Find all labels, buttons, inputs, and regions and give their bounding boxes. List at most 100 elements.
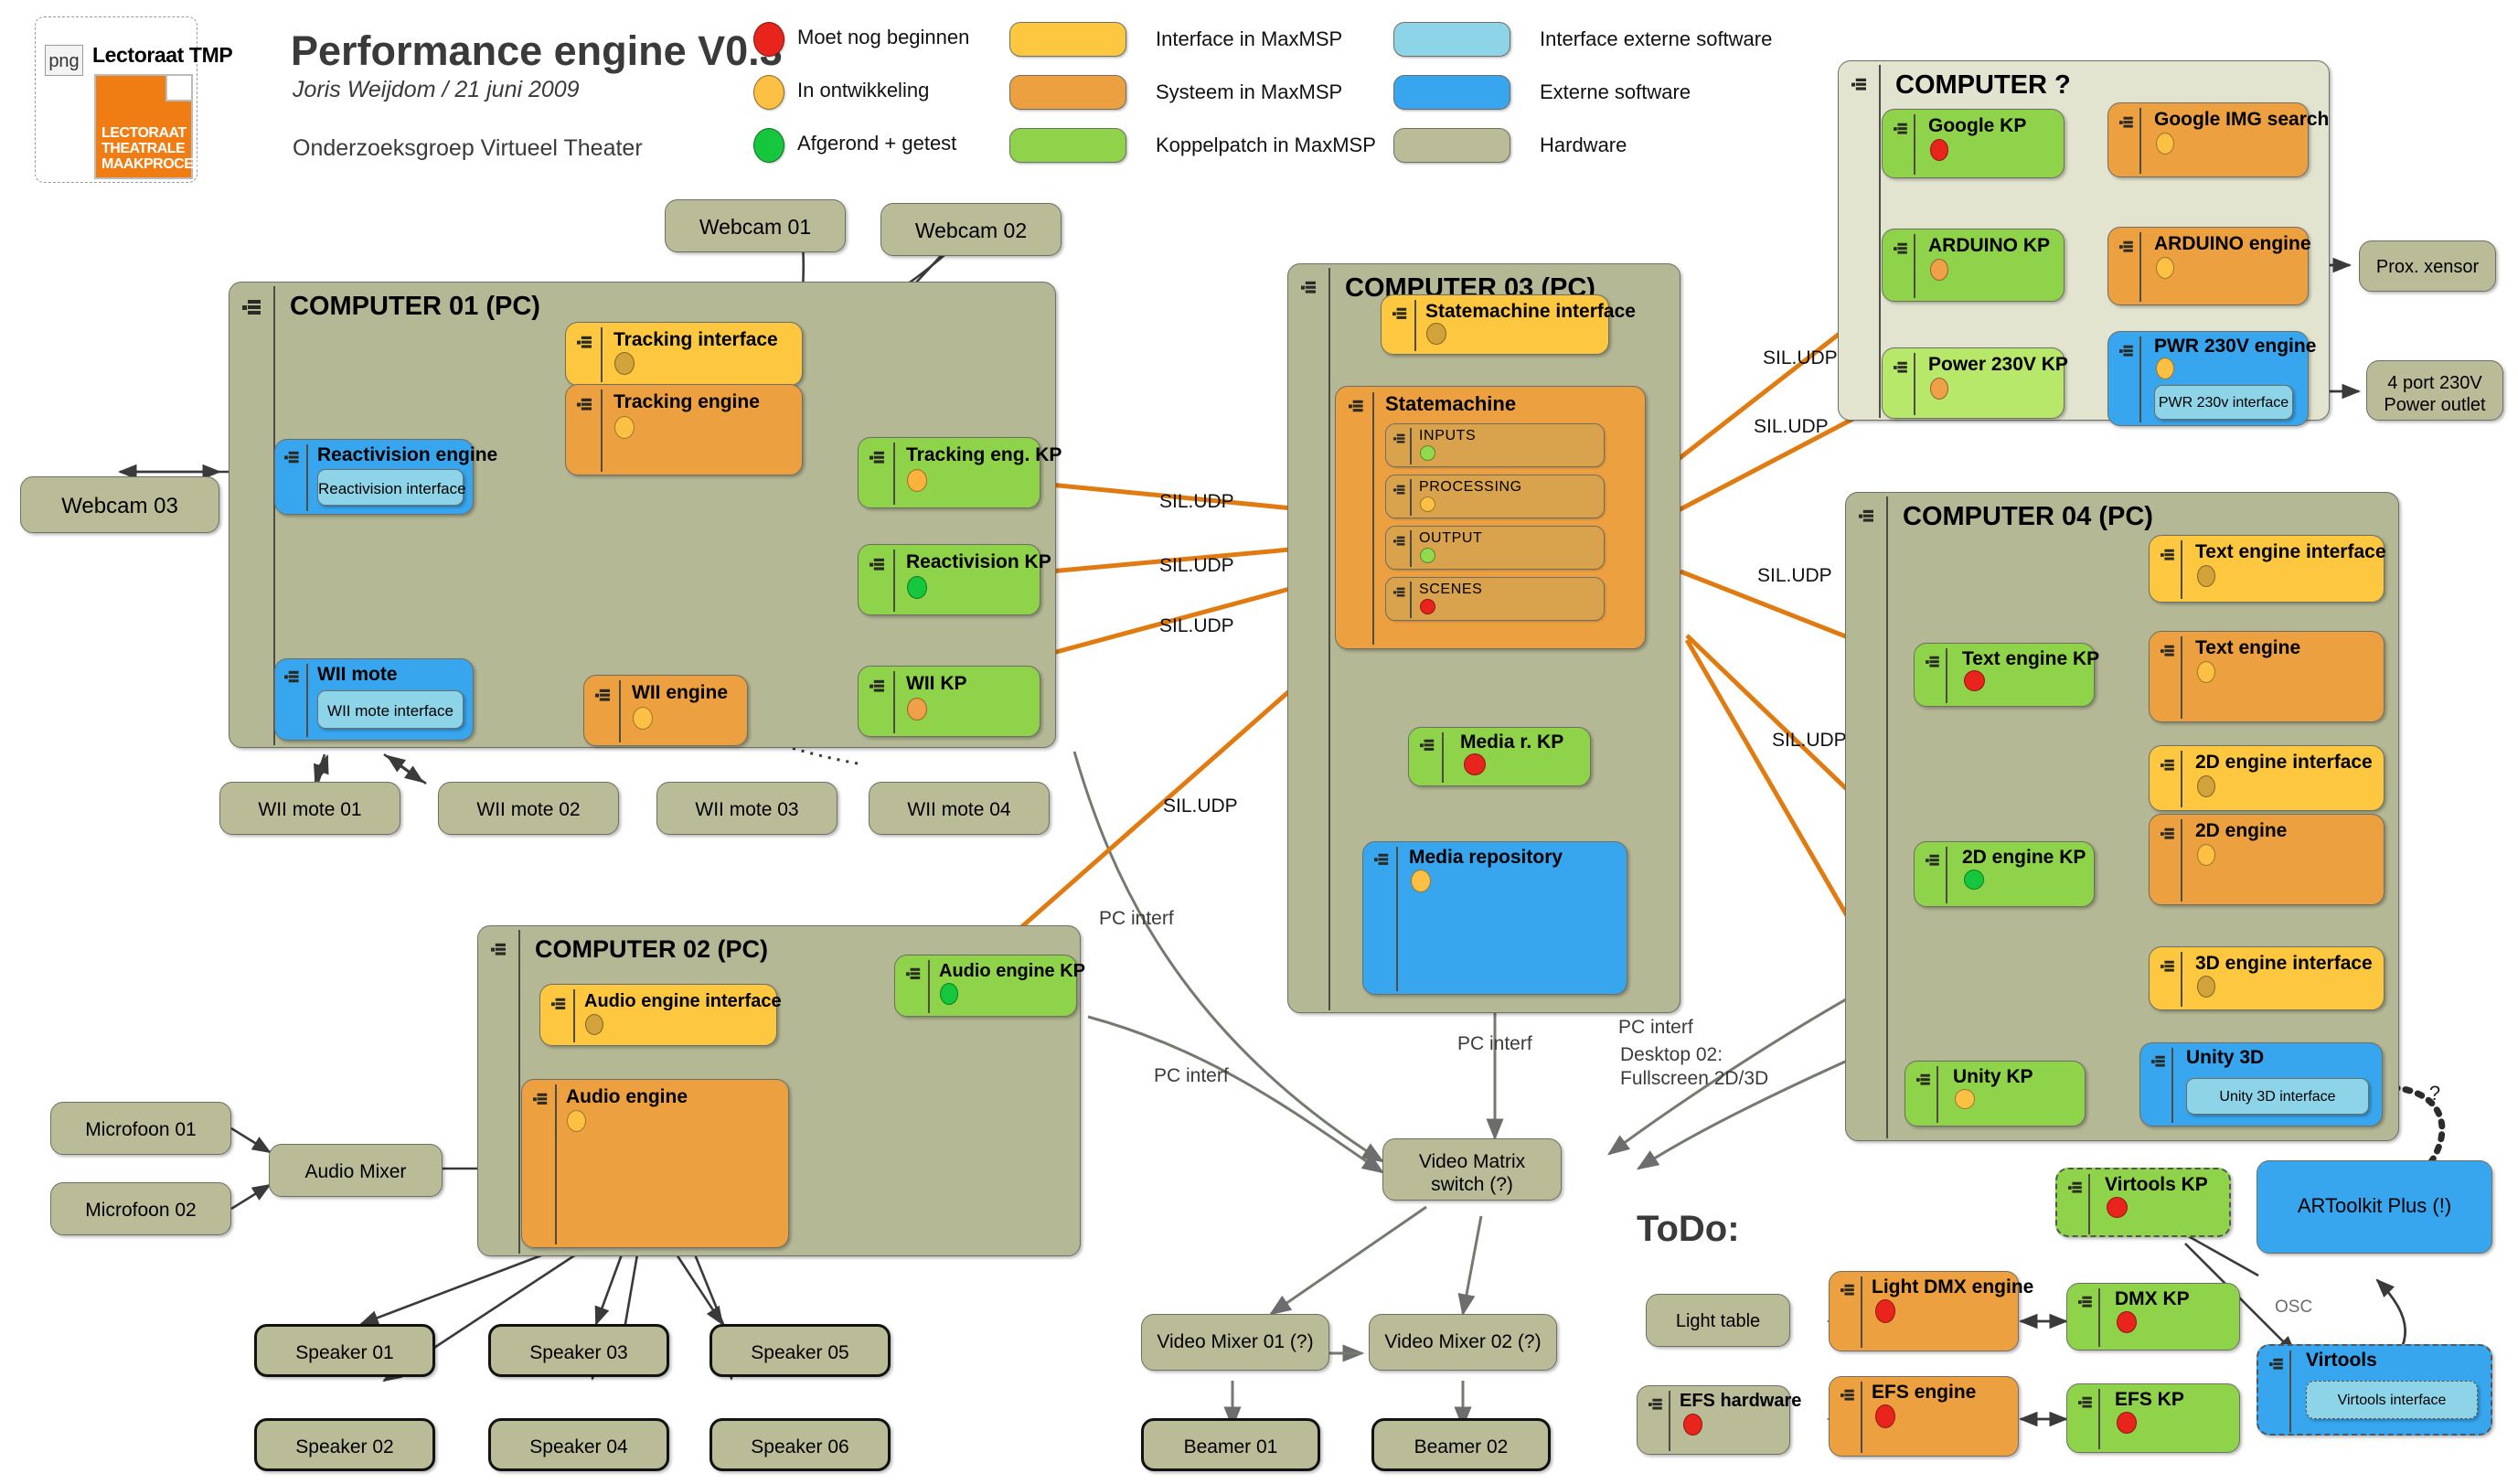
- node-2d-engine-interface[interactable]: 2D engine interface: [2149, 745, 2385, 811]
- node-efs-kp[interactable]: EFS KP: [2066, 1383, 2240, 1453]
- node-tracking-eng-kp[interactable]: Tracking eng. KP: [858, 437, 1062, 508]
- node-microfoon-02[interactable]: Microfoon 02: [50, 1182, 231, 1235]
- legend-status-dot-red: [753, 22, 784, 57]
- node-pwr-230v-interface[interactable]: PWR 230v interface: [2154, 385, 2293, 420]
- node-efs-engine[interactable]: EFS engine: [1829, 1376, 2019, 1457]
- node-reactivision-interface[interactable]: Reactivision interface: [317, 469, 466, 506]
- node-video-matrix-switch[interactable]: Video Matrix switch (?): [1382, 1138, 1562, 1201]
- legend-shape-label-5: Hardware: [1540, 133, 1627, 156]
- component-icon: [284, 670, 300, 683]
- node-media-r-kp[interactable]: Media r. KP: [1408, 727, 1591, 786]
- node-audio-engine-kp[interactable]: Audio engine KP: [894, 955, 1085, 1017]
- component-icon: [1840, 1284, 1855, 1296]
- node-prox-xensor[interactable]: Prox. xensor: [2359, 240, 2496, 292]
- node-unity-3d-interface[interactable]: Unity 3D interface: [2186, 1078, 2369, 1115]
- edge-label-osc-3: OSC: [2275, 1297, 2313, 1317]
- component-icon: [2269, 1358, 2284, 1370]
- legend-shape-external-sw: [1393, 75, 1510, 110]
- node-arduino-engine[interactable]: ARDUINO engine: [2107, 227, 2311, 305]
- node-wii-kp[interactable]: WII KP: [858, 666, 1040, 737]
- node-statemachine-interface[interactable]: Statemachine interface: [1381, 294, 1636, 355]
- node-unity-kp[interactable]: Unity KP: [1905, 1061, 2086, 1126]
- component-icon: [1420, 739, 1435, 752]
- component-icon: [2078, 1396, 2093, 1408]
- node-wii-mote-03[interactable]: WII mote 03: [656, 782, 838, 835]
- node-statemachine[interactable]: Statemachine INPUTS PROCESSING OUTPUT SC…: [1335, 386, 1646, 649]
- node-statemachine-inputs[interactable]: INPUTS: [1385, 423, 1605, 467]
- status-led: [2197, 976, 2215, 998]
- node-power-230v-kp[interactable]: Power 230V KP: [1882, 347, 2068, 419]
- node-tracking-interface[interactable]: Tracking interface: [565, 322, 803, 386]
- node-light-table[interactable]: Light table: [1646, 1294, 1790, 1347]
- node-speaker-05[interactable]: Speaker 05: [710, 1324, 891, 1377]
- node-speaker-02[interactable]: Speaker 02: [254, 1418, 435, 1471]
- png-badge: png: [45, 45, 83, 76]
- component-icon: [284, 451, 300, 464]
- node-wii-mote-01[interactable]: WII mote 01: [219, 782, 400, 835]
- node-virtools-kp[interactable]: Virtools KP: [2055, 1168, 2231, 1237]
- node-text-engine-kp[interactable]: Text engine KP: [1914, 643, 2099, 707]
- component-icon: [1374, 853, 1390, 866]
- node-microfoon-01[interactable]: Microfoon 01: [50, 1102, 231, 1155]
- node-audio-mixer[interactable]: Audio Mixer: [269, 1144, 443, 1197]
- node-3d-engine-interface[interactable]: 3D engine interface: [2149, 946, 2385, 1010]
- node-2d-engine[interactable]: 2D engine: [2149, 814, 2385, 905]
- node-audio-engine-interface[interactable]: Audio engine interface: [539, 984, 782, 1046]
- node-speaker-04[interactable]: Speaker 04: [488, 1418, 669, 1471]
- component-icon: [2068, 1181, 2083, 1193]
- status-led: [2156, 358, 2174, 379]
- node-artoolkit-plus[interactable]: ARToolkit Plus (!): [2257, 1160, 2492, 1254]
- node-statemachine-output[interactable]: OUTPUT: [1385, 526, 1605, 570]
- status-led: [1930, 378, 1948, 400]
- component-icon: [533, 1093, 549, 1105]
- node-speaker-06[interactable]: Speaker 06: [710, 1418, 891, 1471]
- node-virtools-interface[interactable]: Virtools interface: [2306, 1381, 2478, 1419]
- node-statemachine-processing[interactable]: PROCESSING: [1385, 475, 1605, 518]
- node-speaker-03[interactable]: Speaker 03: [488, 1324, 669, 1377]
- component-icon: [870, 558, 886, 571]
- edge-label-sil-udp-3: SIL.UDP: [1159, 615, 1234, 636]
- legend-shape-koppelpatch: [1009, 128, 1126, 163]
- component-icon: [1393, 485, 1406, 495]
- node-text-engine-interface[interactable]: Text engine interface: [2149, 535, 2386, 603]
- node-arduino-kp[interactable]: ARDUINO KP: [1882, 229, 2065, 302]
- node-tracking-engine[interactable]: Tracking engine: [565, 384, 803, 475]
- node-reactivision-kp[interactable]: Reactivision KP: [858, 544, 1051, 615]
- component-icon: [906, 967, 922, 980]
- status-led: [1875, 1299, 1895, 1323]
- status-led: [2156, 133, 2174, 155]
- node-2d-engine-kp[interactable]: 2D engine KP: [1914, 841, 2095, 907]
- node-wii-mote-02[interactable]: WII mote 02: [438, 782, 619, 835]
- edge-label-pc-interf-4: PC interf: [1618, 1017, 1693, 1038]
- node-media-repository[interactable]: Media repository: [1362, 841, 1627, 995]
- node-google-img-search[interactable]: Google IMG search: [2107, 102, 2329, 177]
- node-efs-hardware[interactable]: EFS hardware: [1637, 1385, 1801, 1455]
- component-icon: [870, 679, 886, 692]
- node-dmx-kp[interactable]: DMX KP: [2066, 1283, 2240, 1351]
- node-statemachine-scenes[interactable]: SCENES: [1385, 577, 1605, 621]
- node-wii-engine[interactable]: WII engine: [583, 675, 748, 746]
- node-power-outlet[interactable]: 4 port 230V Power outlet: [2366, 360, 2503, 421]
- node-google-kp[interactable]: Google KP: [1882, 109, 2065, 178]
- node-virtools[interactable]: Virtools Virtools interface: [2257, 1344, 2492, 1436]
- node-video-mixer-02[interactable]: Video Mixer 02 (?): [1369, 1314, 1557, 1371]
- node-reactivision-engine[interactable]: Reactivision engine Reactivision interfa…: [274, 439, 497, 515]
- node-unity-3d[interactable]: Unity 3D Unity 3D interface: [2139, 1042, 2383, 1126]
- node-beamer-02[interactable]: Beamer 02: [1371, 1418, 1551, 1471]
- node-wii-mote-interface[interactable]: WII mote interface: [317, 690, 464, 729]
- node-wii-mote[interactable]: WII mote WII mote interface: [274, 658, 474, 741]
- component-icon: [2161, 759, 2175, 771]
- node-audio-engine[interactable]: Audio engine: [521, 1079, 789, 1248]
- node-wii-mote-04[interactable]: WII mote 04: [869, 782, 1050, 835]
- node-speaker-01[interactable]: Speaker 01: [254, 1324, 435, 1377]
- node-text-engine[interactable]: Text engine: [2149, 631, 2385, 722]
- node-video-mixer-01[interactable]: Video Mixer 01 (?): [1141, 1314, 1329, 1371]
- node-pwr-230v-engine[interactable]: PWR 230V engine PWR 230v interface: [2107, 331, 2316, 426]
- node-webcam-02[interactable]: Webcam 02: [880, 203, 1062, 256]
- status-led: [907, 698, 927, 721]
- node-beamer-01[interactable]: Beamer 01: [1141, 1418, 1320, 1471]
- node-light-dmx-engine[interactable]: Light DMX engine: [1829, 1271, 2033, 1351]
- node-webcam-03[interactable]: Webcam 03: [20, 476, 219, 533]
- status-led: [2117, 1412, 2137, 1434]
- node-webcam-01[interactable]: Webcam 01: [665, 199, 846, 252]
